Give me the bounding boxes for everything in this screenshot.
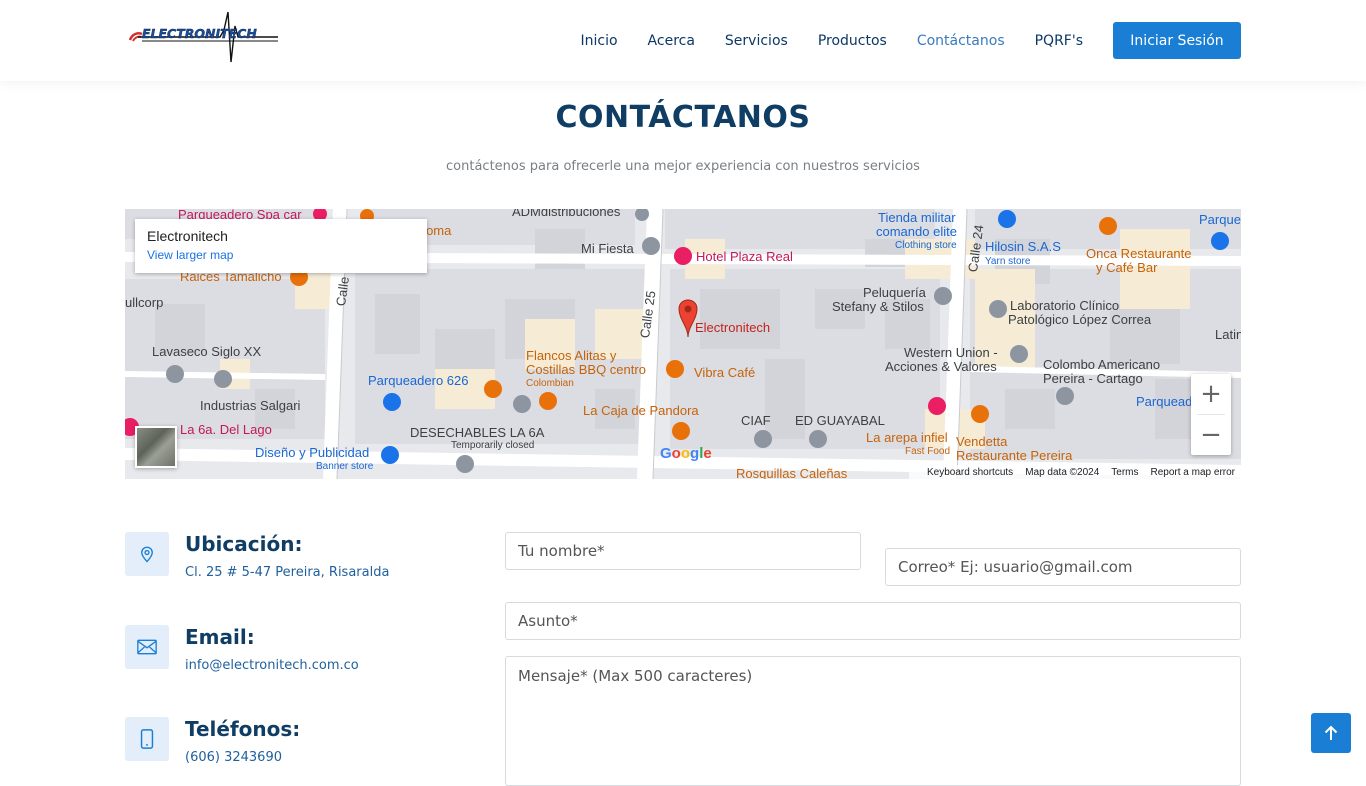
map-label-rosquillas: Rosquillas Caleñas <box>736 466 848 480</box>
map-label-vibra: Vibra Café <box>694 365 756 380</box>
nav-acerca[interactable]: Acerca <box>648 33 695 49</box>
map-label-desechables: DESECHABLES LA 6A <box>410 425 545 440</box>
map-label-parquead-right: Parquead <box>1136 394 1193 409</box>
back-to-top-button[interactable] <box>1311 713 1351 753</box>
subject-input[interactable] <box>505 602 1241 640</box>
phone-title: Teléfonos: <box>185 717 301 741</box>
map-label-ullcorp: ullcorp <box>125 295 164 310</box>
email-value[interactable]: info@electronitech.com.co <box>185 658 359 673</box>
contact-location: Ubicación: Cl. 25 # 5-47 Pereira, Risara… <box>125 532 485 592</box>
map-label-comando-elite: comando elite <box>876 224 957 239</box>
map-label-diseno: Diseño y Publicidad <box>255 445 370 460</box>
map-label-colombo: Colombo Americano <box>1043 357 1161 372</box>
map-label-parque-right: Parque <box>1199 212 1241 227</box>
nav-productos[interactable]: Productos <box>818 33 887 49</box>
phone-value[interactable]: (606) 3243690 <box>185 750 282 765</box>
nav-pqrfs[interactable]: PQRF's <box>1035 33 1083 49</box>
map-info-card: Electronitech View larger map <box>135 219 427 273</box>
nav-contactanos[interactable]: Contáctanos <box>917 33 1005 49</box>
contact-phone: Teléfonos: (606) 3243690 <box>125 717 485 768</box>
map-label-industrias: Industrias Salgari <box>200 398 301 413</box>
svg-text:ELECTRONITECH: ELECTRONITECH <box>142 26 257 41</box>
map-label-patologico: Patológico López Correa <box>1008 312 1152 327</box>
name-input[interactable] <box>505 532 861 570</box>
map-label-admdistribuciones: ADMdistribuciones <box>512 209 621 219</box>
map-label-la6a: La 6a. Del Lago <box>180 422 272 437</box>
map-label-banner: Banner store <box>316 461 374 472</box>
map-label-caja-pandora: La Caja de Pandora <box>583 403 699 418</box>
map-label-flancos: Flancos Alitas y <box>526 348 617 363</box>
location-title: Ubicación: <box>185 532 303 556</box>
map-label-tienda-militar: Tienda militar <box>878 210 956 225</box>
map-label-colombian: Colombian <box>526 378 574 389</box>
arrow-up-icon <box>1324 725 1338 740</box>
nav-servicios[interactable]: Servicios <box>725 33 788 49</box>
google-logo: Google <box>660 445 712 462</box>
map-pin-label[interactable]: Electronitech <box>695 321 770 335</box>
embedded-map[interactable]: Parqueadero Spa car a Loma ADMdistribuci… <box>125 209 1241 479</box>
keyboard-shortcuts-link[interactable]: Keyboard shortcuts <box>927 467 1013 478</box>
report-error-link[interactable]: Report a map error <box>1151 467 1235 478</box>
map-label-hilosin: Hilosin S.A.S <box>985 239 1061 254</box>
site-header: ELECTRONITECH Inicio Acerca Servicios Pr… <box>0 0 1366 81</box>
map-label-mi-fiesta: Mi Fiesta <box>581 241 634 256</box>
map-label-hotel-plaza: Hotel Plaza Real <box>696 249 793 264</box>
map-attribution: Keyboard shortcuts Map data ©2024 Terms … <box>909 465 1241 479</box>
map-label-arepa: La arepa infiel <box>866 430 948 445</box>
terms-link[interactable]: Terms <box>1111 467 1138 478</box>
envelope-icon <box>125 625 169 669</box>
map-label-latin: Latin <box>1215 327 1241 342</box>
map-label-onca: Onca Restaurante <box>1086 246 1192 261</box>
map-label-acciones: Acciones & Valores <box>885 359 997 374</box>
map-label-western: Western Union - <box>904 345 998 360</box>
map-label-pereira-cartago: Pereira - Cartago <box>1043 371 1143 386</box>
map-label-temp-closed: Temporarily closed <box>451 440 535 451</box>
map-label-peluqueria: Peluquería <box>863 285 926 300</box>
phone-icon <box>125 717 169 761</box>
nav-inicio[interactable]: Inicio <box>581 33 618 49</box>
map-label-vendetta-2: Restaurante Pereira <box>956 448 1073 463</box>
map-card-title: Electronitech <box>147 228 228 244</box>
login-button[interactable]: Iniciar Sesión <box>1113 22 1241 59</box>
email-title: Email: <box>185 625 255 649</box>
zoom-in-button[interactable]: + <box>1191 374 1231 414</box>
email-input[interactable] <box>885 548 1241 586</box>
page-subtitle: contáctenos para ofrecerle una mejor exp… <box>446 159 920 174</box>
map-label-cafe-bar: y Café Bar <box>1096 260 1158 275</box>
contact-email: Email: info@electronitech.com.co <box>125 625 485 685</box>
map-label-yarn-store: Yarn store <box>985 256 1031 267</box>
zoom-out-button[interactable]: − <box>1191 415 1231 455</box>
map-data-text: Map data ©2024 <box>1025 466 1100 478</box>
map-label-ed-guayabal: ED GUAYABAL <box>795 413 885 428</box>
logo-graphic: ELECTRONITECH <box>128 11 278 63</box>
map-zoom-controls: + − <box>1191 374 1231 455</box>
view-larger-map-link[interactable]: View larger map <box>147 248 415 262</box>
main-nav: Inicio Acerca Servicios Productos Contác… <box>551 0 1241 81</box>
map-label-vendetta: Vendetta <box>956 434 1008 449</box>
map-label-fast-food: Fast Food <box>905 446 951 457</box>
map-label-clothing-store: Clothing store <box>895 240 957 251</box>
map-label-costillas: Costillas BBQ centro <box>526 362 646 377</box>
map-label-lavaseco: Lavaseco Siglo XX <box>152 344 262 359</box>
satellite-toggle-thumbnail[interactable] <box>135 426 177 468</box>
map-label-laboratorio: Laboratorio Clínico <box>1010 298 1120 313</box>
page-title: CONTÁCTANOS <box>555 100 811 135</box>
location-value: Cl. 25 # 5-47 Pereira, Risaralda <box>185 565 390 580</box>
map-pin-icon <box>125 532 169 576</box>
brand-logo[interactable]: ELECTRONITECH <box>128 10 280 66</box>
map-label-ciaf: CIAF <box>741 413 771 428</box>
map-label-stefany: Stefany & Stilos <box>832 299 924 314</box>
map-label-parqueadero-626: Parqueadero 626 <box>368 373 469 388</box>
message-textarea[interactable] <box>505 656 1241 786</box>
